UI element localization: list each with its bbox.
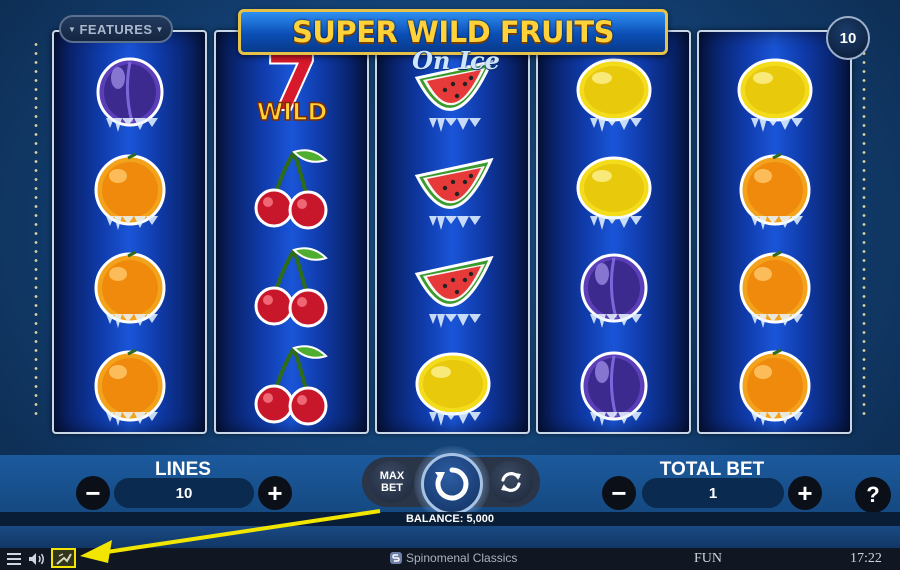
slot-symbol-lemon: [377, 336, 528, 432]
reel-area: 7 WILD: [50, 30, 852, 434]
reel-3: [375, 30, 530, 434]
spinomenal-logo-icon: [390, 552, 402, 564]
provider-brand: Spinomenal Classics: [390, 551, 517, 565]
reel-5: [697, 30, 852, 434]
caret-down-icon: ▼: [68, 24, 77, 34]
slot-symbol-orange: [54, 336, 205, 432]
orange-icon: [739, 152, 810, 230]
orange-icon: [94, 250, 165, 328]
slot-symbol-cherry: [216, 238, 367, 334]
watermelon-icon: [414, 255, 494, 328]
slot-symbol-wild-seven: 7 WILD: [216, 38, 367, 138]
balance-display: BALANCE: 5,000: [0, 512, 900, 526]
spin-icon: [435, 467, 469, 501]
orange-icon: [94, 348, 165, 426]
slot-symbol-cherry: [216, 140, 367, 236]
spin-button[interactable]: [421, 453, 483, 515]
wild-seven-icon: 7WILD: [255, 38, 327, 130]
reel-4: [536, 30, 691, 434]
highlight-box: [51, 548, 76, 568]
clock: 17:22: [850, 551, 882, 566]
lemon-icon: [576, 156, 651, 230]
lines-plus-button[interactable]: +: [258, 476, 292, 510]
caret-down-icon: ▼: [155, 24, 164, 34]
lemon-icon: [737, 58, 812, 132]
watermelon-icon: [414, 157, 494, 230]
slot-symbol-orange: [699, 140, 850, 236]
slot-symbol-orange: [54, 238, 205, 334]
autoplay-button[interactable]: [489, 461, 533, 503]
lemon-icon: [415, 352, 490, 426]
lines-value: 10: [114, 478, 254, 508]
help-button[interactable]: ?: [855, 477, 891, 513]
cherry-icon: [254, 247, 328, 328]
sound-icon[interactable]: [27, 551, 47, 567]
slot-symbol-plum: [538, 238, 689, 334]
brand-text: Spinomenal Classics: [406, 551, 518, 565]
game-logo: SUPER WILD FRUITS On Ice: [238, 9, 668, 75]
slot-symbol-lemon: [699, 42, 850, 138]
features-button[interactable]: ▼ FEATURES ▼: [59, 15, 173, 43]
play-mode: FUN: [694, 551, 723, 566]
orange-icon: [94, 152, 165, 230]
autoplay-icon: [501, 472, 521, 492]
wild-text: WILD: [256, 98, 327, 126]
features-label: FEATURES: [79, 21, 153, 37]
footer-band: [0, 526, 900, 548]
slot-symbol-lemon: [538, 140, 689, 236]
bet-minus-button[interactable]: −: [602, 476, 636, 510]
reel-1: [52, 30, 207, 434]
slot-symbol-watermelon: [377, 140, 528, 236]
slot-symbol-orange: [699, 238, 850, 334]
plum-icon: [580, 351, 647, 426]
slot-symbol-cherry: [216, 336, 367, 432]
left-light-strip: [34, 40, 38, 420]
slot-symbol-orange: [699, 336, 850, 432]
menu-icon[interactable]: [6, 551, 22, 567]
bet-plus-button[interactable]: +: [788, 476, 822, 510]
logo-subtitle: On Ice: [412, 46, 500, 75]
slot-symbol-lemon: [538, 42, 689, 138]
slot-symbol-plum: [538, 336, 689, 432]
max-bet-button[interactable]: MAX BET: [370, 461, 414, 503]
plum-icon: [580, 253, 647, 328]
slot-symbol-orange: [54, 140, 205, 236]
right-light-strip: [862, 40, 866, 420]
paylines-badge: 10: [826, 16, 870, 60]
lemon-icon: [576, 58, 651, 132]
cherry-icon: [254, 345, 328, 426]
lines-minus-button[interactable]: −: [76, 476, 110, 510]
plum-icon: [96, 57, 163, 132]
cherry-icon: [254, 149, 328, 230]
orange-icon: [739, 348, 810, 426]
orange-icon: [739, 250, 810, 328]
reel-2: 7 WILD: [214, 30, 369, 434]
max-bet-label: MAX BET: [379, 470, 405, 494]
total-bet-value: 1: [642, 478, 784, 508]
slot-symbol-watermelon: [377, 238, 528, 334]
slot-symbol-plum: [54, 42, 205, 138]
status-bar: Spinomenal Classics FUN 17:22: [0, 548, 900, 570]
